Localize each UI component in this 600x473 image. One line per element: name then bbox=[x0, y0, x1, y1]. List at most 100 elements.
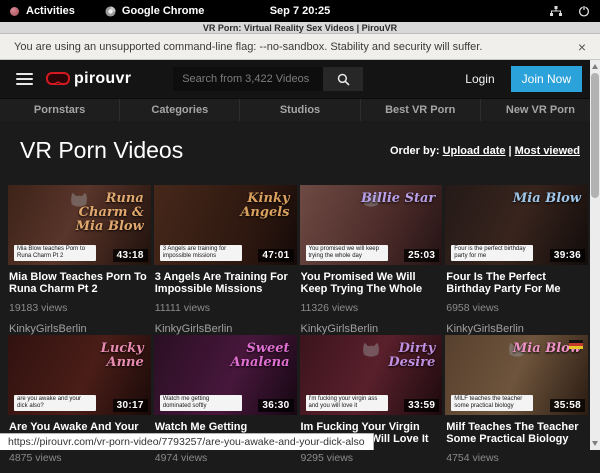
thumbnail-caption: 3 Angels are training for impossible mis… bbox=[160, 245, 242, 261]
video-grid: Runa Charm & Mia Blow Mia Blow teaches P… bbox=[8, 185, 588, 473]
activities-button[interactable]: Activities bbox=[26, 5, 75, 17]
video-duration-badge: 36:30 bbox=[258, 399, 293, 412]
thumbnail-overlay-text: Billie Star bbox=[361, 192, 435, 206]
video-title-link[interactable]: Mia Blow Teaches Porn To Runa Charm Pt 2 bbox=[9, 271, 149, 295]
video-title-link[interactable]: Milf Teaches The Teacher Some Practical … bbox=[446, 421, 586, 445]
scroll-up-icon[interactable] bbox=[592, 64, 598, 69]
thumbnail-overlay-text: Runa Charm & Mia Blow bbox=[64, 192, 144, 234]
thumbnail-caption: are you awake and your dick also? bbox=[14, 395, 96, 411]
video-title-link[interactable]: You Promised We Will Keep Trying The Who… bbox=[301, 271, 441, 295]
thumbnail-caption: Four is the perfect birthday party for m… bbox=[451, 245, 533, 261]
nav-item-pornstars[interactable]: Pornstars bbox=[0, 99, 120, 121]
thumbnail-caption: MILF teaches the teacher some practical … bbox=[451, 395, 533, 411]
join-now-button[interactable]: Join Now bbox=[511, 66, 582, 92]
activities-indicator-icon bbox=[10, 7, 19, 16]
warning-text: You are using an unsupported command-lin… bbox=[14, 41, 482, 53]
thumbnail-caption: I'm fucking your virgin ass and you will… bbox=[306, 395, 388, 411]
network-icon[interactable] bbox=[550, 6, 562, 17]
video-studio-link[interactable]: KinkyGirlsBerlin bbox=[155, 323, 297, 335]
video-thumbnail[interactable]: Mia Blow MILF teaches the teacher some p… bbox=[445, 335, 588, 415]
video-card: Runa Charm & Mia Blow Mia Blow teaches P… bbox=[8, 185, 151, 335]
menu-hamburger-icon[interactable] bbox=[16, 73, 33, 85]
page-scrollbar[interactable] bbox=[590, 60, 600, 450]
system-top-bar: Activities Google Chrome Sep 7 20:25 bbox=[0, 0, 600, 22]
video-duration-badge: 33:59 bbox=[404, 399, 439, 412]
nav-item-best-vr-porn[interactable]: Best VR Porn bbox=[361, 99, 481, 121]
video-duration-badge: 35:58 bbox=[550, 399, 585, 412]
video-views: 11326 views bbox=[301, 302, 443, 314]
german-flag-icon bbox=[569, 340, 583, 349]
video-duration-badge: 30:17 bbox=[113, 399, 148, 412]
chrome-icon bbox=[105, 6, 116, 17]
search-input[interactable] bbox=[173, 67, 323, 91]
video-thumbnail[interactable]: Dirty Desire I'm fucking your virgin ass… bbox=[300, 335, 443, 415]
site-header: pirouvr Login Join Now bbox=[0, 60, 600, 98]
video-thumbnail[interactable]: Kinky Angels 3 Angels are training for i… bbox=[154, 185, 297, 265]
order-separator: | bbox=[509, 145, 512, 157]
page-title: VR Porn Videos bbox=[20, 137, 183, 164]
video-views: 6958 views bbox=[446, 302, 588, 314]
browser-tab-title: VR Porn: Virtual Reality Sex Videos | Pi… bbox=[203, 23, 397, 33]
link-preview-status-bar: https://pirouvr.com/vr-porn-video/779325… bbox=[0, 433, 374, 450]
scrollbar-thumb[interactable] bbox=[591, 73, 599, 198]
power-icon[interactable] bbox=[578, 5, 590, 17]
video-studio-link[interactable]: KinkyGirlsBerlin bbox=[446, 323, 588, 335]
video-thumbnail[interactable]: Mia Blow Four is the perfect birthday pa… bbox=[445, 185, 588, 265]
video-card: Mia Blow MILF teaches the teacher some p… bbox=[445, 335, 588, 473]
video-card: Billie Star You promised we will keep tr… bbox=[300, 185, 443, 335]
order-by-upload-date-link[interactable]: Upload date bbox=[443, 145, 506, 157]
video-thumbnail[interactable]: Lucky Anne are you awake and your dick a… bbox=[8, 335, 151, 415]
order-by-label: Order by: bbox=[390, 145, 440, 157]
nav-item-new-vr-porn[interactable]: New VR Porn bbox=[481, 99, 600, 121]
thumbnail-overlay-text: Lucky Anne bbox=[64, 342, 144, 370]
order-by-most-viewed-link[interactable]: Most viewed bbox=[515, 145, 580, 157]
thumbnail-overlay-text: Dirty Desire bbox=[355, 342, 435, 370]
chrome-warning-bar: You are using an unsupported command-lin… bbox=[0, 34, 600, 60]
video-duration-badge: 25:03 bbox=[404, 249, 439, 262]
video-thumbnail[interactable]: Sweet Analena Watch me getting dominated… bbox=[154, 335, 297, 415]
site-content: pirouvr Login Join Now Pornstars Categor… bbox=[0, 60, 600, 450]
site-logo-text: pirouvr bbox=[74, 70, 131, 88]
warning-close-icon[interactable]: × bbox=[578, 40, 586, 54]
order-by-controls: Order by: Upload date|Most viewed bbox=[390, 145, 580, 157]
video-thumbnail[interactable]: Billie Star You promised we will keep tr… bbox=[300, 185, 443, 265]
video-studio-link[interactable]: KinkyGirlsBerlin bbox=[9, 323, 151, 335]
video-duration-badge: 39:36 bbox=[550, 249, 585, 262]
system-clock[interactable]: Sep 7 20:25 bbox=[0, 5, 600, 17]
video-duration-badge: 47:01 bbox=[258, 249, 293, 262]
thumbnail-caption: Watch me getting dominated softly bbox=[160, 395, 242, 411]
login-link[interactable]: Login bbox=[465, 72, 494, 86]
nav-item-categories[interactable]: Categories bbox=[120, 99, 240, 121]
video-card: Mia Blow Four is the perfect birthday pa… bbox=[445, 185, 588, 335]
status-url-text: https://pirouvr.com/vr-porn-video/779325… bbox=[8, 436, 365, 448]
video-views: 4875 views bbox=[9, 452, 151, 464]
thumbnail-overlay-text: Kinky Angels bbox=[210, 192, 290, 220]
browser-tab-strip[interactable]: VR Porn: Virtual Reality Sex Videos | Pi… bbox=[0, 22, 600, 34]
video-views: 4974 views bbox=[155, 452, 297, 464]
scroll-down-icon[interactable] bbox=[592, 441, 598, 446]
video-duration-badge: 43:18 bbox=[113, 249, 148, 262]
video-title-link[interactable]: Four Is The Perfect Birthday Party For M… bbox=[446, 271, 586, 295]
thumbnail-overlay-text: Sweet Analena bbox=[210, 342, 290, 370]
search-button[interactable] bbox=[323, 67, 363, 91]
video-card: Dirty Desire I'm fucking your virgin ass… bbox=[300, 335, 443, 473]
search-icon bbox=[337, 73, 350, 86]
video-thumbnail[interactable]: Runa Charm & Mia Blow Mia Blow teaches P… bbox=[8, 185, 151, 265]
video-card: Kinky Angels 3 Angels are training for i… bbox=[154, 185, 297, 335]
nav-item-studios[interactable]: Studios bbox=[240, 99, 360, 121]
video-views: 11111 views bbox=[155, 302, 297, 314]
thumbnail-overlay-text: Mia Blow bbox=[513, 192, 581, 206]
video-card: Lucky Anne are you awake and your dick a… bbox=[8, 335, 151, 473]
main-navigation: Pornstars Categories Studios Best VR Por… bbox=[0, 98, 600, 121]
video-card: Sweet Analena Watch me getting dominated… bbox=[154, 335, 297, 473]
video-views: 9295 views bbox=[301, 452, 443, 464]
video-studio-link[interactable]: KinkyGirlsBerlin bbox=[301, 323, 443, 335]
vr-headset-icon bbox=[46, 72, 70, 86]
thumbnail-caption: You promised we will keep trying the who… bbox=[306, 245, 388, 261]
active-app-name: Google Chrome bbox=[122, 5, 205, 17]
video-title-link[interactable]: 3 Angels Are Training For Impossible Mis… bbox=[155, 271, 295, 295]
active-app-menu[interactable]: Google Chrome bbox=[105, 5, 205, 17]
thumbnail-caption: Mia Blow teaches Porn to Runa Charm Pt 2 bbox=[14, 245, 96, 261]
site-logo[interactable]: pirouvr bbox=[46, 70, 131, 88]
video-views: 4754 views bbox=[446, 452, 588, 464]
